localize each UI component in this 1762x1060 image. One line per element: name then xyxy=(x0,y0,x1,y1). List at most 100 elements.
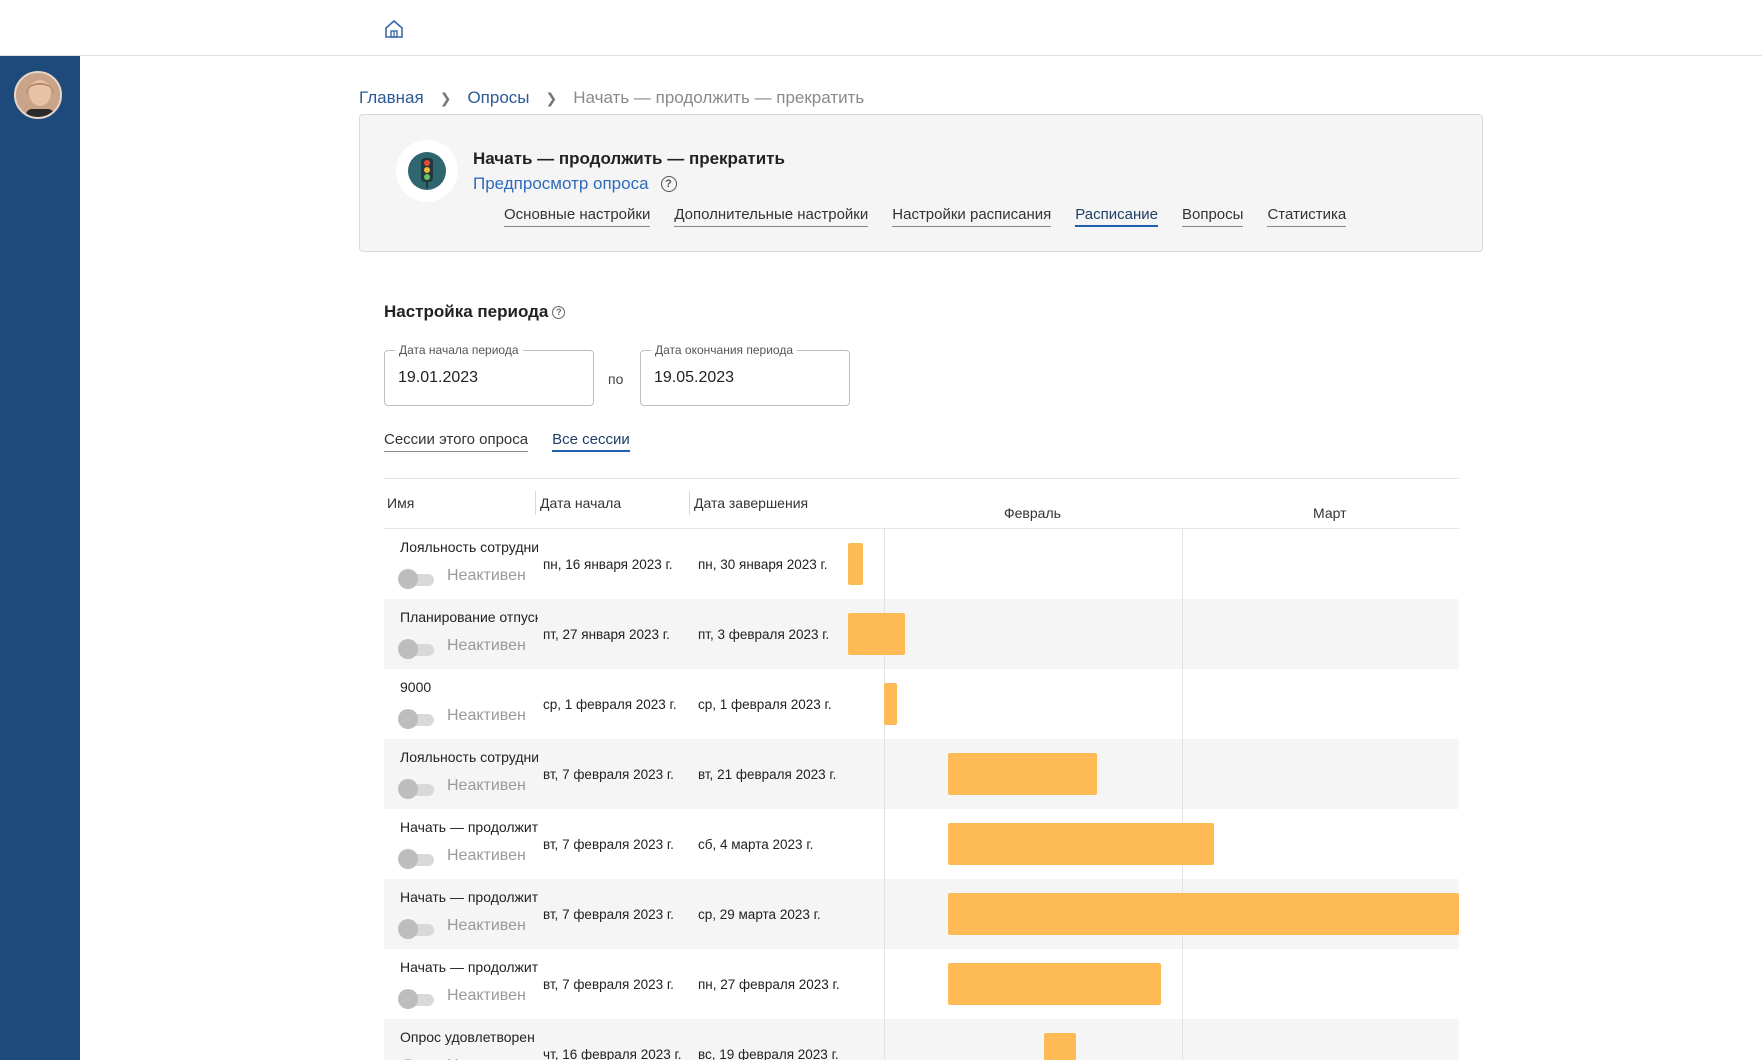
traffic-light-icon xyxy=(408,152,446,190)
breadcrumb-surveys[interactable]: Опросы xyxy=(467,88,529,108)
session-end-date: сб, 4 марта 2023 г. xyxy=(698,837,814,852)
period-start-value[interactable]: 19.01.2023 xyxy=(398,369,478,387)
column-divider[interactable] xyxy=(535,491,536,515)
toggle-knob xyxy=(398,919,418,939)
tab-schedule-settings[interactable]: Настройки расписания xyxy=(892,206,1052,227)
breadcrumb-home[interactable]: Главная xyxy=(359,88,424,108)
month-february: Февраль xyxy=(1004,505,1061,521)
toggle-knob xyxy=(398,639,418,659)
session-name[interactable]: Начать — продолжит xyxy=(400,889,538,905)
session-start-date: чт, 16 февраля 2023 г. xyxy=(543,1047,682,1060)
gantt-gridline xyxy=(1182,529,1183,1060)
session-start-date: пт, 27 января 2023 г. xyxy=(543,627,670,642)
breadcrumb-current: Начать — продолжить — прекратить xyxy=(573,88,865,107)
session-start-date: пн, 16 января 2023 г. xyxy=(543,557,673,572)
help-icon[interactable]: ? xyxy=(552,305,566,319)
session-name[interactable]: Начать — продолжит xyxy=(400,819,538,835)
tab-schedule[interactable]: Расписание xyxy=(1075,206,1158,227)
session-end-date: пн, 27 февраля 2023 г. xyxy=(698,977,840,992)
session-end-date: ср, 1 февраля 2023 г. xyxy=(698,697,832,712)
session-start-date: вт, 7 февраля 2023 г. xyxy=(543,837,674,852)
column-name[interactable]: Имя xyxy=(387,495,414,511)
period-start-label: Дата начала периода xyxy=(395,343,523,357)
gantt-bar[interactable] xyxy=(947,753,1097,795)
session-active-toggle[interactable] xyxy=(398,569,436,589)
home-icon[interactable] xyxy=(383,18,405,40)
period-end-field[interactable]: Дата окончания периода 19.05.2023 xyxy=(640,343,850,406)
session-status: Неактивен xyxy=(447,917,526,934)
period-end-value[interactable]: 19.05.2023 xyxy=(654,369,734,387)
gantt-bar[interactable] xyxy=(848,613,906,655)
session-name[interactable]: Лояльность сотрудни xyxy=(400,749,538,765)
help-icon[interactable]: ? xyxy=(660,176,677,192)
column-divider[interactable] xyxy=(689,491,690,515)
survey-preview-link[interactable]: Предпросмотр опроса ? xyxy=(473,174,677,194)
breadcrumb: Главная ❯ Опросы ❯ Начать — продолжить —… xyxy=(359,86,864,110)
column-end[interactable]: Дата завершения xyxy=(694,495,808,511)
session-status: Неактивен xyxy=(447,637,526,654)
session-start-date: вт, 7 февраля 2023 г. xyxy=(543,767,674,782)
gantt-bar[interactable] xyxy=(947,963,1161,1005)
gantt-bar[interactable] xyxy=(884,683,897,725)
top-bar xyxy=(0,0,1762,56)
toggle-knob xyxy=(398,849,418,869)
toggle-knob xyxy=(398,989,418,1009)
tab-all-sessions[interactable]: Все сессии xyxy=(552,431,630,452)
session-name[interactable]: Начать — продолжит xyxy=(400,959,538,975)
tab-questions[interactable]: Вопросы xyxy=(1182,206,1244,227)
session-status: Неактивен xyxy=(447,847,526,864)
session-status: Неактивен xyxy=(447,707,526,724)
gantt-bar[interactable] xyxy=(947,823,1214,865)
session-name[interactable]: Лояльность сотрудни xyxy=(400,539,538,555)
session-active-toggle[interactable] xyxy=(398,989,436,1009)
session-name[interactable]: Планирование отпуск xyxy=(400,609,538,625)
survey-logo xyxy=(396,140,458,202)
gantt-bar[interactable] xyxy=(1043,1033,1076,1060)
session-active-toggle[interactable] xyxy=(398,709,436,729)
session-active-toggle[interactable] xyxy=(398,849,436,869)
survey-tabs: Основные настройки Дополнительные настро… xyxy=(504,206,1370,227)
gantt-chart xyxy=(848,529,1459,1060)
table-header: Имя Дата начала Дата завершения Февраль … xyxy=(384,479,1459,529)
session-active-toggle[interactable] xyxy=(398,639,436,659)
session-tabs: Сессии этого опроса Все сессии xyxy=(384,431,654,452)
tab-additional-settings[interactable]: Дополнительные настройки xyxy=(674,206,869,227)
tab-statistics[interactable]: Статистика xyxy=(1267,206,1347,227)
chevron-right-icon: ❯ xyxy=(545,89,558,106)
gantt-bar[interactable] xyxy=(947,893,1459,935)
session-end-date: ср, 29 марта 2023 г. xyxy=(698,907,821,922)
toggle-knob xyxy=(398,779,418,799)
chevron-right-icon: ❯ xyxy=(439,89,452,106)
toggle-knob xyxy=(398,709,418,729)
month-march: Март xyxy=(1313,505,1347,521)
period-start-field[interactable]: Дата начала периода 19.01.2023 xyxy=(384,343,594,406)
session-end-date: вс, 19 февраля 2023 г. xyxy=(698,1047,839,1060)
sessions-gantt-table: Имя Дата начала Дата завершения Февраль … xyxy=(384,478,1459,1060)
gantt-gridline xyxy=(884,529,885,1060)
session-name[interactable]: 9000 xyxy=(400,679,538,695)
column-start[interactable]: Дата начала xyxy=(540,495,621,511)
user-avatar[interactable] xyxy=(14,71,62,119)
session-status: Неактивен xyxy=(447,777,526,794)
tab-main-settings[interactable]: Основные настройки xyxy=(504,206,651,227)
gantt-bar[interactable] xyxy=(848,543,863,585)
session-start-date: ср, 1 февраля 2023 г. xyxy=(543,697,677,712)
toggle-knob xyxy=(398,569,418,589)
survey-title: Начать — продолжить — прекратить xyxy=(473,149,785,168)
tab-this-survey-sessions[interactable]: Сессии этого опроса xyxy=(384,431,529,452)
period-section: Настройка периода ? xyxy=(384,302,566,322)
session-active-toggle[interactable] xyxy=(398,779,436,799)
session-end-date: пн, 30 января 2023 г. xyxy=(698,557,828,572)
period-title: Настройка периода xyxy=(384,302,549,321)
sidebar xyxy=(0,56,80,1060)
period-end-label: Дата окончания периода xyxy=(651,343,797,357)
survey-header-card: Начать — продолжить — прекратить Предпро… xyxy=(359,114,1483,252)
survey-preview-label[interactable]: Предпросмотр опроса xyxy=(473,174,649,194)
period-separator: по xyxy=(608,371,624,387)
session-status: Неактивен xyxy=(447,567,526,584)
session-name[interactable]: Опрос удовлетворен xyxy=(400,1029,538,1045)
session-start-date: вт, 7 февраля 2023 г. xyxy=(543,977,674,992)
session-active-toggle[interactable] xyxy=(398,919,436,939)
session-start-date: вт, 7 февраля 2023 г. xyxy=(543,907,674,922)
session-end-date: вт, 21 февраля 2023 г. xyxy=(698,767,837,782)
